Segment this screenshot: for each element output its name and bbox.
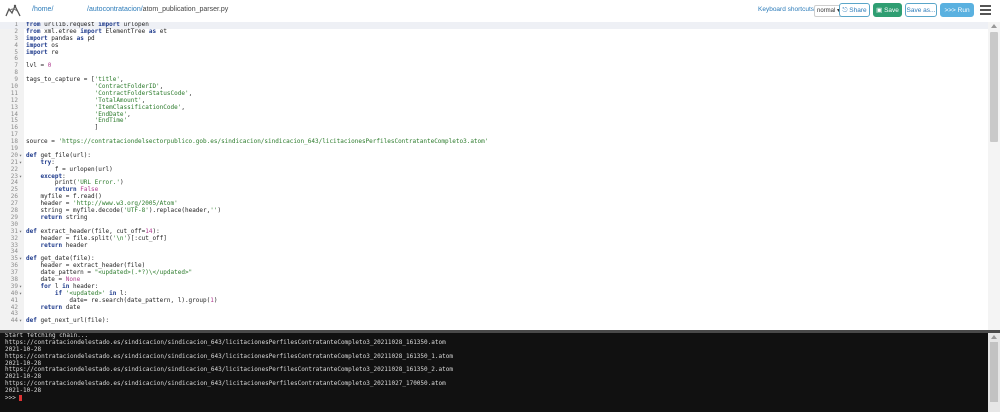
pythonanywhere-logo-icon[interactable]: [4, 3, 22, 19]
save-button[interactable]: ▣ Save: [873, 3, 902, 17]
code-line[interactable]: 13 'ItemClassificationCode',: [0, 104, 988, 112]
code-line[interactable]: 38 date = None: [0, 276, 988, 284]
scroll-up-icon[interactable]: [991, 24, 997, 28]
code-line[interactable]: 44 ▾ def get_next_url(file):: [0, 317, 988, 325]
code-line[interactable]: 18 source = 'https://contrataciondelsecto…: [0, 138, 988, 146]
code-line[interactable]: 23 ▾ except:: [0, 173, 988, 181]
code-text: return date: [40, 303, 81, 311]
code-text: lvl = 0: [26, 62, 52, 70]
breadcrumb-folder-link[interactable]: autocontratacion: [89, 6, 141, 13]
code-line[interactable]: 41 date= re.search(date_pattern, l).grou…: [0, 297, 988, 305]
code-line[interactable]: 21 ▾ try:: [0, 159, 988, 167]
run-button[interactable]: >>> Run: [940, 3, 974, 17]
code-line[interactable]: 11 'ContractFolderStatusCode',: [0, 90, 988, 98]
code-line[interactable]: 4 import os: [0, 42, 988, 50]
code-line[interactable]: 42 return date: [0, 303, 988, 312]
code-text: import re: [26, 48, 59, 56]
code-line[interactable]: 8: [0, 69, 988, 77]
save-as-button[interactable]: Save as...: [905, 3, 937, 17]
code-line[interactable]: 35 ▾ def get_date(file):: [0, 255, 988, 263]
console-scrollbar[interactable]: [988, 333, 1000, 412]
breadcrumb-file-name: atom_publication_parser.py: [142, 6, 229, 13]
console-output-line: https://contrataciondelestado.es/sindica…: [5, 366, 453, 374]
code-lines[interactable]: 1 from urllib.request import urlopen 2 from…: [0, 22, 988, 325]
console-prompt: >>>: [5, 394, 20, 402]
code-text: source = 'https://contrataciondelsectorp…: [26, 138, 489, 146]
fold-arrow-icon[interactable]: ▾: [19, 291, 24, 298]
fold-arrow-icon[interactable]: ▾: [19, 256, 24, 263]
console-scrollbar-thumb[interactable]: [990, 342, 998, 402]
fold-arrow-icon[interactable]: ▾: [19, 284, 24, 291]
code-text: def get_next_url(file):: [26, 317, 110, 325]
code-line[interactable]: 19: [0, 145, 988, 153]
console-panel[interactable]: Start fetching chain... https://contratac…: [0, 333, 988, 412]
code-line[interactable]: 24 print('URL Error.'): [0, 180, 988, 187]
share-button[interactable]: ⎋ Share: [839, 3, 870, 17]
save-as-label: Save as...: [906, 7, 936, 14]
console-output-line: https://contrataciondelestado.es/sindica…: [5, 380, 446, 388]
code-line[interactable]: 5 import re: [0, 48, 988, 57]
console-output-line: https://contrataciondelestado.es/sindica…: [5, 338, 446, 346]
code-line[interactable]: 37 date_pattern = "<updated>(.*?)\</upda…: [0, 269, 988, 277]
code-text: ]: [26, 124, 99, 132]
fold-arrow-icon[interactable]: ▾: [19, 174, 24, 181]
console-output-line: 2021-10-28: [5, 387, 42, 395]
code-line[interactable]: 20 ▾ def get_file(url):: [0, 152, 988, 160]
breadcrumb-home-link[interactable]: /home/: [32, 6, 53, 13]
console-cursor: [19, 395, 23, 402]
code-text: return header: [40, 241, 88, 249]
code-line[interactable]: 22 f = urlopen(url): [0, 166, 988, 174]
console-output-line: https://contrataciondelestado.es/sindica…: [5, 352, 453, 360]
code-line[interactable]: 6: [0, 56, 988, 63]
share-label: Share: [849, 7, 867, 14]
keyboard-mode-value: normal: [817, 8, 836, 14]
line-number: 44: [10, 317, 18, 325]
code-line[interactable]: 3 import pandas as pd: [0, 35, 988, 43]
fold-arrow-icon[interactable]: ▾: [19, 229, 24, 236]
code-line[interactable]: 28 string = myfile.decode('UTF-8').repla…: [0, 207, 988, 215]
code-line[interactable]: 14 'EndDate',: [0, 111, 988, 119]
save-icon: ▣: [876, 7, 885, 14]
keyboard-shortcuts-link[interactable]: Keyboard shortcuts:: [758, 6, 816, 13]
breadcrumb-file-path: /autocontratacion/atom_publication_parse…: [87, 6, 228, 13]
fold-arrow-icon[interactable]: ▾: [19, 160, 24, 167]
code-line[interactable]: 16 ]: [0, 124, 988, 132]
editor-scrollbar-thumb[interactable]: [990, 32, 998, 142]
save-label: Save: [884, 7, 899, 14]
code-line[interactable]: 7 lvl = 0: [0, 62, 988, 70]
scroll-up-icon[interactable]: [991, 335, 997, 339]
top-bar: /home/ /autocontratacion/atom_publicatio…: [0, 0, 1000, 23]
console-prompt-line[interactable]: >>>: [0, 395, 988, 402]
code-line[interactable]: 39 ▾ for l in header:: [0, 283, 988, 291]
code-text: return string: [40, 213, 88, 221]
hamburger-menu-icon[interactable]: [980, 5, 991, 15]
code-line[interactable]: 2 from xml.etree import ElementTree as et: [0, 28, 988, 36]
fold-arrow-icon[interactable]: ▾: [19, 153, 24, 160]
code-editor[interactable]: 1 from urllib.request import urlopen 2 from…: [0, 22, 1000, 330]
code-line[interactable]: 33 return header: [0, 241, 988, 250]
run-label: >>> Run: [944, 7, 970, 14]
code-line[interactable]: 34: [0, 248, 988, 256]
editor-scrollbar[interactable]: [988, 22, 1000, 330]
code-line[interactable]: 15 'EndTime': [0, 118, 988, 125]
code-line[interactable]: 32 header = file.split('\n')[:cut_off]: [0, 235, 988, 243]
code-line[interactable]: 43: [0, 311, 988, 318]
code-line[interactable]: 29 return string: [0, 213, 988, 222]
fold-arrow-icon[interactable]: ▾: [19, 318, 24, 325]
code-line[interactable]: 25 return False: [0, 186, 988, 194]
